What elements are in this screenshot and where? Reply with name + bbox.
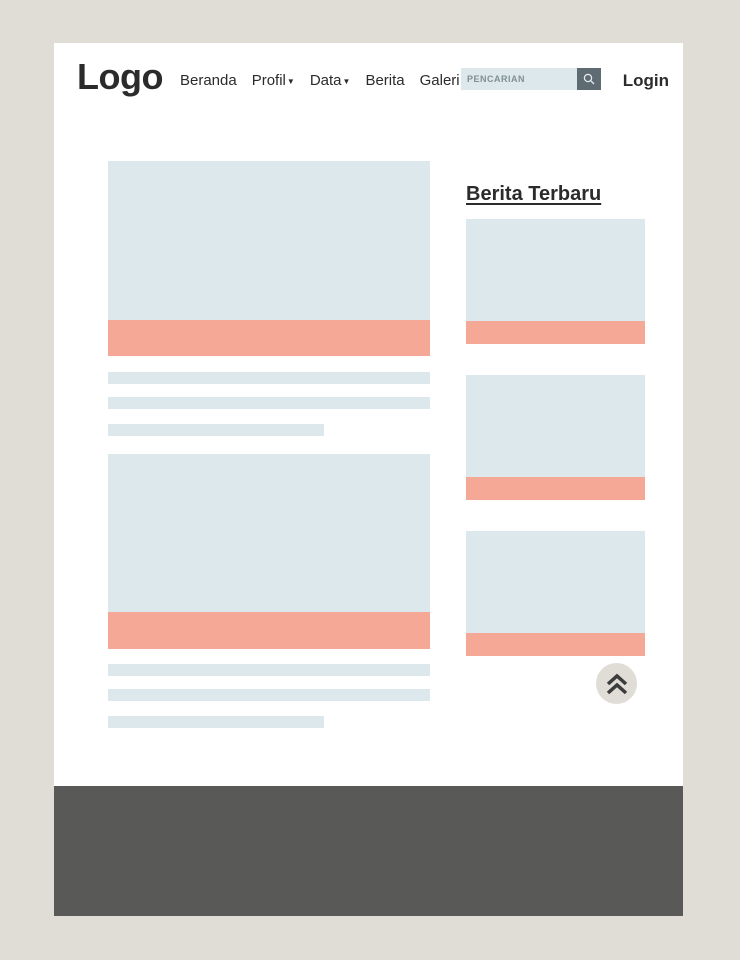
article-text-line bbox=[108, 689, 430, 701]
search-input[interactable] bbox=[461, 68, 577, 90]
article-image[interactable] bbox=[108, 454, 430, 612]
article-caption-bar[interactable] bbox=[108, 612, 430, 649]
article-text-line bbox=[108, 424, 324, 436]
article-text-line bbox=[108, 372, 430, 384]
nav-item-label: Berita bbox=[365, 72, 405, 89]
news-caption-bar[interactable] bbox=[466, 321, 645, 344]
footer bbox=[54, 786, 683, 916]
scroll-to-top-button[interactable] bbox=[596, 663, 637, 704]
article-text-line bbox=[108, 397, 430, 409]
nav-item-data[interactable]: Data▼ bbox=[310, 72, 351, 89]
nav-item-label: Profil bbox=[251, 72, 286, 89]
nav-item-beranda[interactable]: Beranda bbox=[180, 72, 237, 89]
news-thumbnail[interactable] bbox=[466, 375, 645, 477]
nav-item-galeri[interactable]: Galeri bbox=[420, 72, 460, 89]
article-text-line bbox=[108, 716, 324, 728]
nav-item-label: Beranda bbox=[180, 72, 237, 89]
caret-down-icon: ▼ bbox=[286, 76, 295, 86]
nav-item-berita[interactable]: Berita bbox=[365, 72, 404, 89]
content-area: Logo Beranda Profil▼ Data▼ Berita Galeri… bbox=[54, 43, 683, 786]
article-image[interactable] bbox=[108, 161, 430, 320]
logo[interactable]: Logo bbox=[77, 56, 163, 98]
search-bar bbox=[461, 68, 601, 90]
nav-item-label: Data bbox=[309, 72, 342, 89]
nav-item-label: Galeri bbox=[419, 72, 460, 89]
main-nav: Beranda Profil▼ Data▼ Berita Galeri bbox=[180, 72, 475, 89]
article-caption-bar[interactable] bbox=[108, 320, 430, 356]
caret-down-icon: ▼ bbox=[342, 76, 351, 86]
article-text-line bbox=[108, 664, 430, 676]
nav-item-profil[interactable]: Profil▼ bbox=[252, 72, 295, 89]
sidebar-title: Berita Terbaru bbox=[466, 183, 602, 205]
login-link[interactable]: Login bbox=[623, 71, 669, 91]
news-caption-bar[interactable] bbox=[466, 477, 645, 500]
search-button[interactable] bbox=[577, 68, 601, 90]
news-caption-bar[interactable] bbox=[466, 633, 645, 656]
double-chevron-up-icon bbox=[606, 673, 627, 694]
news-thumbnail[interactable] bbox=[466, 531, 645, 633]
search-icon bbox=[583, 73, 595, 85]
news-thumbnail[interactable] bbox=[466, 219, 645, 321]
